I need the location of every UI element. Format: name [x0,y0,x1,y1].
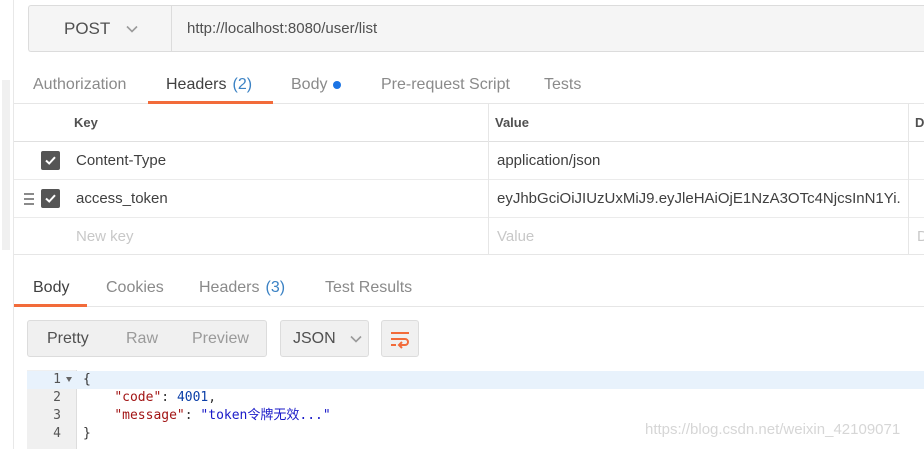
header-value-cell[interactable]: eyJhbGciOiJIUzUxMiJ9.eyJleHAiOjE1NzA3OTc… [497,180,902,217]
tab-response-headers[interactable]: Headers (3) [199,268,285,307]
tab-tests-label: Tests [544,75,582,93]
watermark: https://blog.csdn.net/weixin_42109071 [645,421,901,438]
row-enabled-checkbox[interactable] [41,151,60,170]
tab-response-body-label: Body [33,278,70,296]
request-tabs: Authorization Headers (2) Body Pre-reque… [14,65,924,104]
tab-test-results[interactable]: Test Results [325,268,412,307]
code-text: "code": 4001, [114,390,217,405]
new-header-row: New key Value D [14,218,924,255]
chevron-down-icon [350,335,362,343]
table-row: Content-Type application/json [14,142,924,180]
wrap-lines-icon [391,332,409,349]
column-description-header: D [915,115,924,130]
drag-handle-icon[interactable] [24,192,36,206]
code-line: 2 "code": 4001, [27,389,924,407]
wrap-lines-button[interactable] [381,320,419,357]
modified-dot-icon [333,80,342,89]
line-number: 4 [53,426,61,441]
tab-authorization-label: Authorization [33,75,127,93]
new-value-input[interactable]: Value [497,218,534,254]
method-select[interactable]: POST [29,6,172,51]
json-string: "token令牌无效..." [200,408,331,423]
tab-authorization[interactable]: Authorization [33,65,126,104]
line-number: 2 [53,390,61,405]
preview-button[interactable]: Preview [192,321,249,356]
json-key: "code" [114,390,162,405]
line-number: 3 [53,408,61,423]
pretty-button[interactable]: Pretty [47,321,89,356]
tab-body[interactable]: Body [291,65,342,104]
raw-button[interactable]: Raw [126,321,158,356]
checkmark-icon [45,194,56,203]
checkmark-icon [45,156,56,165]
tab-cookies-label: Cookies [106,278,164,296]
tab-headers[interactable]: Headers (2) [166,65,252,104]
code-line: 1 { [27,371,924,389]
header-key-cell[interactable]: Content-Type [76,142,476,179]
code-text: } [83,426,91,441]
new-description-input[interactable]: D [917,218,924,254]
column-value-header: Value [495,115,529,130]
tab-headers-label: Headers [166,75,227,93]
chevron-down-icon [126,25,138,33]
table-row: access_token eyJhbGciOiJIUzUxMiJ9.eyJleH… [14,180,924,218]
tab-response-headers-count: (3) [265,278,286,296]
sidebar-scrollbar[interactable] [2,80,10,250]
tab-test-results-label: Test Results [325,278,413,296]
view-mode-toggle: Pretty Raw Preview [27,320,267,357]
request-bar: POST http://localhost:8080/user/list [28,5,924,52]
row-enabled-checkbox[interactable] [41,189,60,208]
table-header-row: Key Value D [14,104,924,142]
tab-tests[interactable]: Tests [544,65,581,104]
fold-toggle-icon[interactable] [66,377,72,382]
tab-headers-count: (2) [232,75,253,93]
method-label: POST [64,18,111,38]
tab-prerequest-label: Pre-request Script [381,75,510,93]
tab-body-label: Body [291,75,328,93]
url-input[interactable]: http://localhost:8080/user/list [187,6,377,51]
format-select[interactable]: JSON [280,320,369,357]
line-number: 1 [53,372,61,387]
column-key-header: Key [74,115,98,130]
header-value-cell[interactable]: application/json [497,142,902,179]
response-tabs: Body Cookies Headers (3) Test Results [14,268,924,307]
code-text: { [83,372,91,387]
json-number: 4001 [176,390,209,405]
format-label: JSON [293,329,336,347]
tab-cookies[interactable]: Cookies [106,268,164,307]
tab-prerequest-script[interactable]: Pre-request Script [381,65,510,104]
column-divider [488,104,489,255]
tab-response-body[interactable]: Body [33,268,69,307]
tab-response-headers-label: Headers [199,278,260,296]
code-text: "message": "token令牌无效..." [114,408,331,423]
active-tab-indicator [14,304,87,307]
headers-table: Key Value D Content-Type application/jso… [14,104,924,255]
json-key: "message" [114,408,185,423]
header-key-cell[interactable]: access_token [76,180,476,217]
new-key-input[interactable]: New key [76,218,134,254]
column-divider [908,104,909,255]
